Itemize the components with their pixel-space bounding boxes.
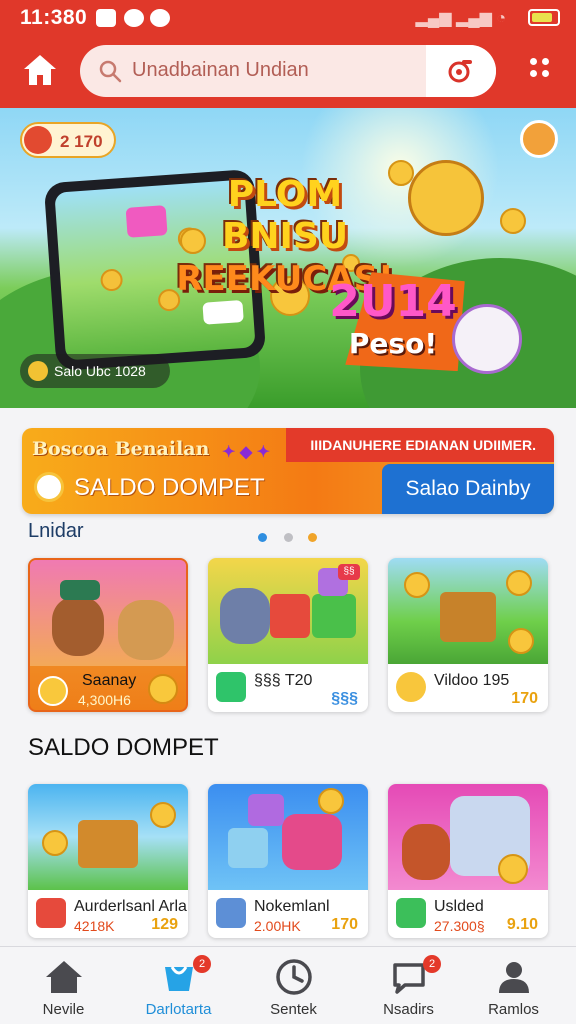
promo-banner[interactable]: 2 170 PLOM BNISU REEKUCAS! 2U14 Peso! Sa… xyxy=(0,108,576,408)
nav-item-profile[interactable]: Ramlos xyxy=(456,947,571,1024)
coin-icon xyxy=(34,472,64,502)
star-icon xyxy=(28,361,48,381)
home-icon[interactable] xyxy=(22,52,58,88)
game-card[interactable]: §§ §§§ T20 §§§ xyxy=(208,558,368,712)
game-artwork xyxy=(208,784,368,890)
section-title: SALDO DOMPET xyxy=(28,734,219,761)
status-badge: §§ xyxy=(338,564,360,580)
game-card[interactable]: Saanay 4,300H6 xyxy=(28,558,188,712)
nav-item-home[interactable]: Nevile xyxy=(6,947,121,1024)
status-time: 11:380 xyxy=(20,6,88,29)
game-card[interactable]: Vildoo 195 170 xyxy=(388,558,548,712)
game-card[interactable]: Aurderlsanl Arla 4218K 129 xyxy=(28,784,188,938)
camera-scan-button[interactable] xyxy=(426,45,496,97)
search-icon xyxy=(99,60,122,83)
app-notification-icon xyxy=(150,9,170,27)
nav-item-messages[interactable]: 2 Nsadirs xyxy=(351,947,466,1024)
coin-balance-badge[interactable]: 2 170 xyxy=(20,122,116,158)
smiley-icon xyxy=(148,674,178,704)
more-vertical-icon[interactable] xyxy=(530,58,550,84)
banner-caption: Salo Ubc 1028 xyxy=(20,354,170,388)
home-icon xyxy=(46,961,82,993)
promo-title: SALDO DOMPET xyxy=(74,474,265,501)
status-bar: 11:380 ▂▄▆ ▂▄▆ ◔ xyxy=(0,0,576,36)
bottom-navigation: Nevile 2 Darlotarta Sentek 2 Nsadirs Ram… xyxy=(0,946,576,1024)
game-card[interactable]: Nokemlanl 2.00HK 170 xyxy=(208,784,368,938)
wizard-mascot-illustration xyxy=(452,304,522,374)
clock-icon xyxy=(276,959,312,995)
promo-cta-button[interactable]: Salao Dainby xyxy=(382,464,554,514)
game-thumbnail xyxy=(216,898,246,928)
game-artwork xyxy=(30,560,186,666)
game-card[interactable]: Uslded 27.300§ 9.10 xyxy=(388,784,548,938)
notification-badge: 2 xyxy=(193,955,211,973)
nav-item-history[interactable]: Sentek xyxy=(236,947,351,1024)
nav-item-dashboard[interactable]: 2 Darlotarta xyxy=(121,947,236,1024)
notification-badge: 2 xyxy=(423,955,441,973)
sparkle-icon: ✦ ◆ ✦ xyxy=(222,444,271,461)
promo-notice: IIIDANUHERE EDIANAN UDIIMER. xyxy=(310,437,536,453)
search-input[interactable]: Unadbainan Undian xyxy=(132,59,309,82)
coin-icon xyxy=(500,208,526,234)
year-promo-text: 2U14 Peso! xyxy=(329,276,457,360)
coin-count: 2 170 xyxy=(60,132,103,151)
coin-icon xyxy=(396,672,426,702)
game-thumbnail xyxy=(36,898,66,928)
camera-scan-icon xyxy=(448,60,472,83)
game-artwork xyxy=(388,558,548,664)
coin-icon xyxy=(38,676,68,706)
profile-icon xyxy=(499,962,529,993)
game-thumbnail xyxy=(216,672,246,702)
chat-notification-icon xyxy=(124,9,144,27)
mascot-avatar-icon xyxy=(24,126,52,154)
section-title: Lnidar xyxy=(28,520,84,542)
search-bar[interactable]: Unadbainan Undian xyxy=(80,45,496,97)
avatar[interactable] xyxy=(520,120,558,158)
game-artwork xyxy=(28,784,188,890)
battery-icon xyxy=(528,9,560,26)
promo-subtitle: Boscoa Benailan xyxy=(32,438,210,460)
game-artwork xyxy=(388,784,548,890)
notification-icon xyxy=(96,9,116,27)
signal-icon: ▂▄▆ ▂▄▆ ◔ xyxy=(415,10,506,27)
game-thumbnail xyxy=(396,898,426,928)
wallet-promo-card[interactable]: IIIDANUHERE EDIANAN UDIIMER. Boscoa Bena… xyxy=(22,428,554,514)
top-app-bar: 11:380 ▂▄▆ ▂▄▆ ◔ Unadbainan Undian xyxy=(0,0,576,108)
mascot-illustration xyxy=(408,160,484,236)
